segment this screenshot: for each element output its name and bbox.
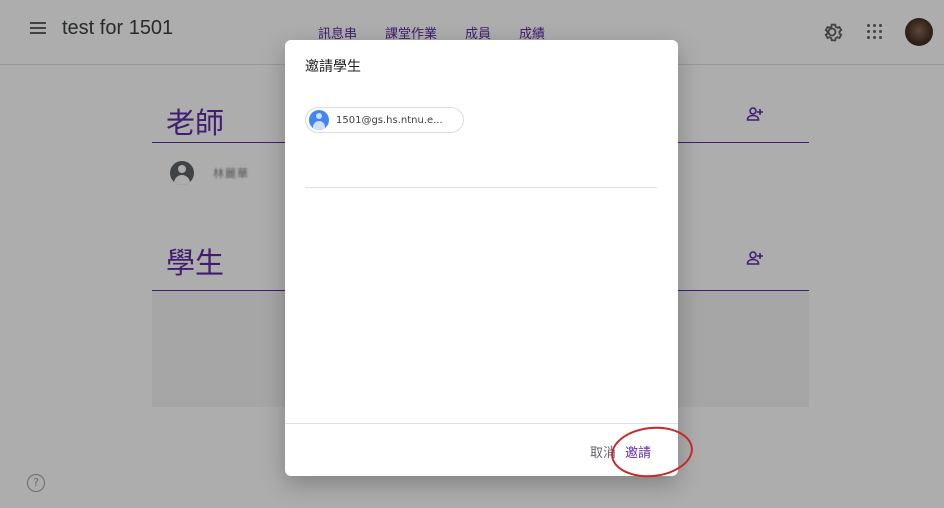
recipient-email: 1501@gs.hs.ntnu.e...: [336, 114, 443, 126]
invite-students-dialog: 邀請學生 1501@gs.hs.ntnu.e... 取消 邀請: [285, 40, 678, 476]
dialog-title: 邀請學生: [305, 59, 361, 75]
recipient-chip[interactable]: 1501@gs.hs.ntnu.e...: [305, 107, 464, 133]
recipient-input-underline[interactable]: [305, 187, 657, 188]
dialog-footer-divider: [285, 423, 678, 424]
recipient-avatar-icon: [309, 110, 329, 130]
